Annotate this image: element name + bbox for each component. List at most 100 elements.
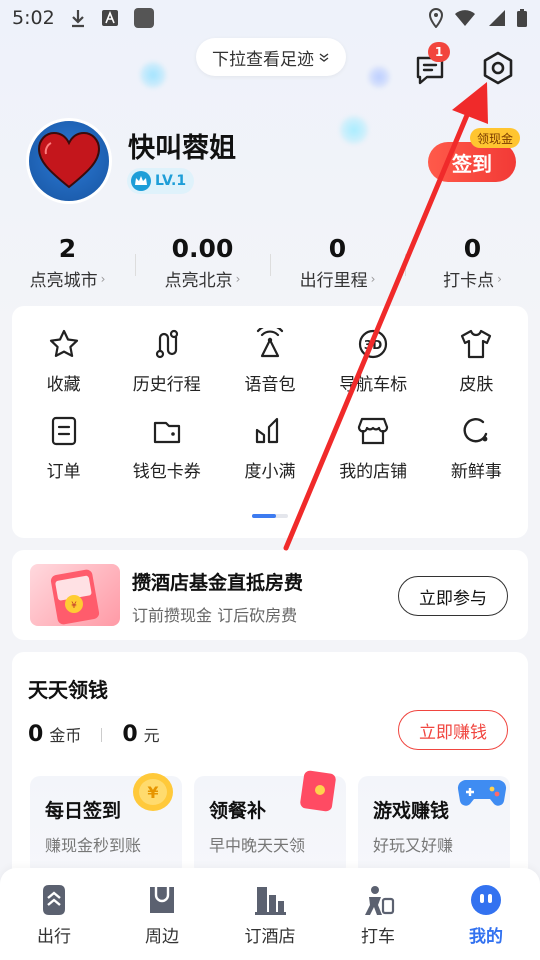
star-icon <box>46 326 82 362</box>
bottom-tab-bar: 出行 周边 订酒店 打车 我的 <box>0 868 540 960</box>
checkin-button[interactable]: 签到 <box>428 142 516 182</box>
grid-label: 收藏 <box>46 375 81 395</box>
grid-item-trip-history[interactable]: 历史行程 <box>115 326 218 395</box>
tab-taxi[interactable]: 打车 <box>324 868 432 960</box>
message-count-badge: 1 <box>428 42 450 62</box>
grid-item-car-marker[interactable]: 3D 导航车标 <box>322 326 425 395</box>
task-title: 每日签到 <box>45 800 122 822</box>
stat-value: 0 <box>463 234 482 263</box>
grid-label: 订单 <box>46 462 81 482</box>
feature-grid-card: 收藏 历史行程 语音包 3D 导航车标 皮肤 订单 钱包卡券 度小满 我的店铺 … <box>12 306 528 538</box>
pull-down-footprint-tip[interactable]: 下拉查看足迹 <box>196 38 346 76</box>
daily-earn-card: 天天领钱 0 金币 0 元 立即赚钱 每日签到 赚现金秒到账 ¥ 领餐补 早中晚… <box>12 652 528 882</box>
task-daily-checkin[interactable]: 每日签到 赚现金秒到账 ¥ <box>30 773 182 876</box>
mine-icon <box>468 882 504 918</box>
grid-item-orders[interactable]: 订单 <box>12 413 115 482</box>
signal-icon <box>486 9 506 27</box>
grid-item-duxiaoman[interactable]: 度小满 <box>218 413 321 482</box>
gamepad-icon <box>456 772 508 816</box>
hotel-fund-promo-card[interactable]: ¥ 攒酒店基金直抵房费 订前攒现金 订后砍房费 立即参与 <box>12 550 528 640</box>
status-bar: 5:02 <box>0 0 540 36</box>
promo-subtitle: 订前攒现金 订后砍房费 <box>132 606 298 625</box>
hotel-icon <box>252 882 288 918</box>
nearby-icon <box>144 882 180 918</box>
stat-lit-beijing[interactable]: 0.00 点亮北京 › <box>135 232 270 292</box>
stat-value: 0 <box>328 234 347 263</box>
grid-label: 导航车标 <box>339 375 408 395</box>
car-marker-3d-icon: 3D <box>355 326 391 362</box>
grid-item-wallet[interactable]: 钱包卡券 <box>115 413 218 482</box>
grid-label: 语音包 <box>244 375 296 395</box>
svg-text:¥: ¥ <box>71 601 77 611</box>
cash-amount: 0 <box>122 722 138 747</box>
chevron-right-icon: › <box>370 271 376 286</box>
route-icon <box>149 326 185 362</box>
page-indicator-active <box>252 514 276 518</box>
stat-checkin-points[interactable]: 0 打卡点 › <box>405 232 540 292</box>
grid-item-voice-pack[interactable]: 语音包 <box>218 326 321 395</box>
grid-item-news[interactable]: 新鲜事 <box>425 413 528 482</box>
status-time: 5:02 <box>12 7 55 29</box>
map-glow-dot <box>340 116 368 144</box>
tab-mine[interactable]: 我的 <box>432 868 540 960</box>
grid-label: 钱包卡券 <box>132 462 201 482</box>
task-title: 领餐补 <box>209 800 267 822</box>
grid-item-favorites[interactable]: 收藏 <box>12 326 115 395</box>
grid-label: 历史行程 <box>132 375 201 395</box>
stat-label: 点亮北京 <box>164 271 233 291</box>
earn-now-button[interactable]: 立即赚钱 <box>398 710 508 750</box>
stat-label: 点亮城市 <box>29 271 98 291</box>
join-now-button[interactable]: 立即参与 <box>398 576 508 616</box>
news-icon <box>458 413 494 449</box>
svg-text:¥: ¥ <box>147 783 158 802</box>
map-glow-dot <box>140 62 166 88</box>
tab-hotel[interactable]: 订酒店 <box>216 868 324 960</box>
tab-label: 打车 <box>361 927 395 947</box>
tab-label: 订酒店 <box>244 927 296 947</box>
grid-label: 皮肤 <box>459 375 494 395</box>
stat-travel-mileage[interactable]: 0 出行里程 › <box>270 232 405 292</box>
grid-item-my-shop[interactable]: 我的店铺 <box>322 413 425 482</box>
cash-reward-tag: 领现金 <box>470 128 521 148</box>
tab-label: 周边 <box>145 927 179 947</box>
duxiaoman-icon <box>252 413 288 449</box>
chevron-right-icon: › <box>100 271 106 286</box>
grid-label: 度小满 <box>244 462 296 482</box>
task-title: 游戏赚钱 <box>373 800 450 822</box>
order-icon <box>46 413 82 449</box>
wifi-icon <box>454 9 476 27</box>
earn-title: 天天领钱 <box>28 678 108 702</box>
stat-lit-cities[interactable]: 2 点亮城市 › <box>0 232 135 292</box>
tab-nearby[interactable]: 周边 <box>108 868 216 960</box>
divider <box>101 727 103 742</box>
stats-row: 2 点亮城市 › 0.00 点亮北京 › 0 出行里程 › 0 打卡点 › <box>0 232 540 292</box>
task-game-earn[interactable]: 游戏赚钱 好玩又好赚 <box>358 776 510 876</box>
coin-count: 0 <box>28 722 44 747</box>
battery-icon <box>516 8 528 28</box>
level-badge[interactable]: LV.1 <box>127 168 195 194</box>
checkin-label: 签到 <box>452 153 492 176</box>
avatar[interactable] <box>26 118 112 204</box>
stat-value: 0.00 <box>171 234 234 263</box>
grid-label: 我的店铺 <box>339 462 408 482</box>
shirt-icon <box>458 326 494 362</box>
task-subtitle: 赚现金秒到账 <box>45 836 142 855</box>
task-subtitle: 好玩又好赚 <box>373 836 454 855</box>
coin-unit: 金币 <box>49 726 82 745</box>
download-icon <box>69 8 87 28</box>
coin-icon: ¥ <box>128 770 178 818</box>
settings-button[interactable] <box>478 48 518 88</box>
taxi-icon <box>360 882 396 918</box>
chevron-right-icon: › <box>235 271 241 286</box>
promo-title: 攒酒店基金直抵房费 <box>132 572 304 594</box>
settings-icon <box>480 50 516 86</box>
grid-page-indicator <box>252 514 288 518</box>
stat-label: 出行里程 <box>299 271 368 291</box>
tab-travel[interactable]: 出行 <box>0 868 108 960</box>
task-meal-allowance[interactable]: 领餐补 早中晚天天领 <box>194 770 346 876</box>
svg-text:3D: 3D <box>364 338 382 352</box>
username: 快叫蓉姐 <box>128 133 236 164</box>
app-notification-icon <box>101 9 119 27</box>
grid-item-skin[interactable]: 皮肤 <box>425 326 528 395</box>
tab-label: 出行 <box>37 927 71 947</box>
